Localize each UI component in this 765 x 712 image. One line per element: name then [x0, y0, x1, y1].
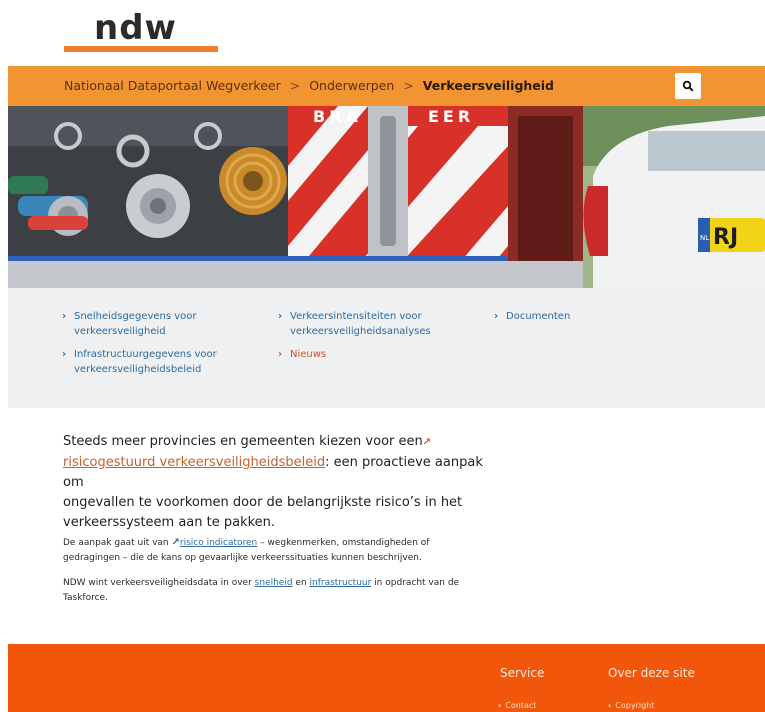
plate-text: RJ: [713, 225, 738, 250]
chevron-right-icon: ›: [62, 349, 67, 360]
risk-indicators-link[interactable]: risico indicatoren: [180, 538, 257, 548]
link-label: Verkeersintensiteiten voor: [290, 311, 422, 322]
breadcrumb-onderwerpen[interactable]: Onderwerpen: [309, 78, 394, 93]
link-infrastructuurgegevens[interactable]: › Infrastructuurgegevens voor verkeersve…: [62, 347, 217, 377]
link-label: verkeersveiligheidsbeleid: [74, 364, 202, 375]
risk-policy-link[interactable]: risicogestuurd verkeersveiligheidsbeleid: [63, 455, 325, 470]
breadcrumb-separator: >: [403, 78, 414, 93]
nav-bar: Nationaal Dataportaal Wegverkeer > Onder…: [8, 66, 765, 106]
link-verkeersintensiteiten[interactable]: › Verkeersintensiteiten voor verkeersvei…: [278, 309, 431, 339]
topic-links-panel: › Snelheidsgegevens voor verkeersveiligh…: [8, 288, 765, 408]
body-paragraph: De aanpak gaat uit van ↗risico indicator…: [63, 535, 493, 566]
body-text: in opdracht van de: [371, 578, 460, 588]
lead-text: verkeerssysteem aan te pakken.: [63, 515, 276, 530]
link-label: Snelheidsgegevens voor: [74, 311, 197, 322]
link-documenten[interactable]: › Documenten: [494, 309, 571, 324]
link-label: Documenten: [506, 311, 571, 322]
plate-country: NL: [700, 234, 709, 242]
external-link-icon: ↗: [171, 537, 180, 548]
body-text: gedragingen – die de kans op gevaarlijke…: [63, 553, 422, 563]
body-text: Taskforce.: [63, 593, 108, 603]
body-text: NDW wint verkeersveiligheidsdata in over: [63, 578, 255, 588]
chevron-right-icon: ›: [278, 349, 283, 360]
breadcrumb-home[interactable]: Nationaal Dataportaal Wegverkeer: [64, 78, 281, 93]
infrastructuur-link[interactable]: infrastructuur: [310, 578, 372, 588]
breadcrumb-separator: >: [289, 78, 301, 93]
search-icon: [682, 80, 694, 92]
link-nieuws[interactable]: › Nieuws: [278, 347, 327, 362]
link-label: verkeersveiligheid: [74, 326, 166, 337]
footer-heading-about: Over deze site: [608, 666, 695, 680]
svg-text:BRA: BRA: [313, 107, 362, 126]
external-link-icon: ↗: [422, 437, 432, 448]
footer-link-label: Contact: [505, 701, 537, 710]
body-text: De aanpak gaat uit van: [63, 538, 172, 548]
chevron-right-icon: ›: [608, 701, 612, 710]
lead-text: Steeds meer provincies en gemeenten kiez…: [63, 434, 423, 449]
footer-link-label: Copyright: [615, 701, 655, 710]
logo-underline: [64, 46, 218, 52]
logo-text: ndw: [94, 8, 177, 48]
link-label: Infrastructuurgegevens voor: [74, 349, 217, 360]
footer: Service Over deze site › Contact › Copyrig…: [8, 644, 765, 712]
chevron-right-icon: ›: [62, 311, 67, 322]
breadcrumb-current: Verkeersveiligheid: [422, 78, 555, 93]
lead-text: ongevallen te voorkomen door de belangri…: [63, 495, 463, 510]
chevron-right-icon: ›: [494, 311, 499, 322]
svg-text:EER: EER: [428, 107, 474, 126]
link-snelheidsgegevens[interactable]: › Snelheidsgegevens voor verkeersveiligh…: [62, 309, 197, 339]
snelheid-link[interactable]: snelheid: [255, 578, 293, 588]
footer-link-copyright[interactable]: › Copyright: [608, 701, 654, 710]
body-paragraph: NDW wint verkeersveiligheidsdata in over…: [63, 576, 493, 606]
chevron-right-icon: ›: [498, 701, 502, 710]
body-text: – wegkenmerken, omstandigheden of: [257, 538, 430, 548]
footer-heading-service: Service: [500, 666, 545, 680]
body-text: en: [292, 578, 310, 588]
hero-image: BRA EER NL RJ: [8, 106, 765, 288]
link-label: Nieuws: [290, 349, 327, 360]
search-button[interactable]: [675, 73, 701, 99]
lead-paragraph: Steeds meer provincies en gemeenten kiez…: [63, 432, 483, 533]
chevron-right-icon: ›: [278, 311, 283, 322]
breadcrumb: Nationaal Dataportaal Wegverkeer > Onder…: [64, 77, 554, 93]
link-label: verkeersveiligheidsanalyses: [290, 326, 431, 337]
ndw-logo[interactable]: ndw: [64, 8, 218, 56]
footer-link-contact[interactable]: › Contact: [498, 701, 536, 710]
hero-illustration: BRA EER NL RJ: [8, 106, 765, 288]
